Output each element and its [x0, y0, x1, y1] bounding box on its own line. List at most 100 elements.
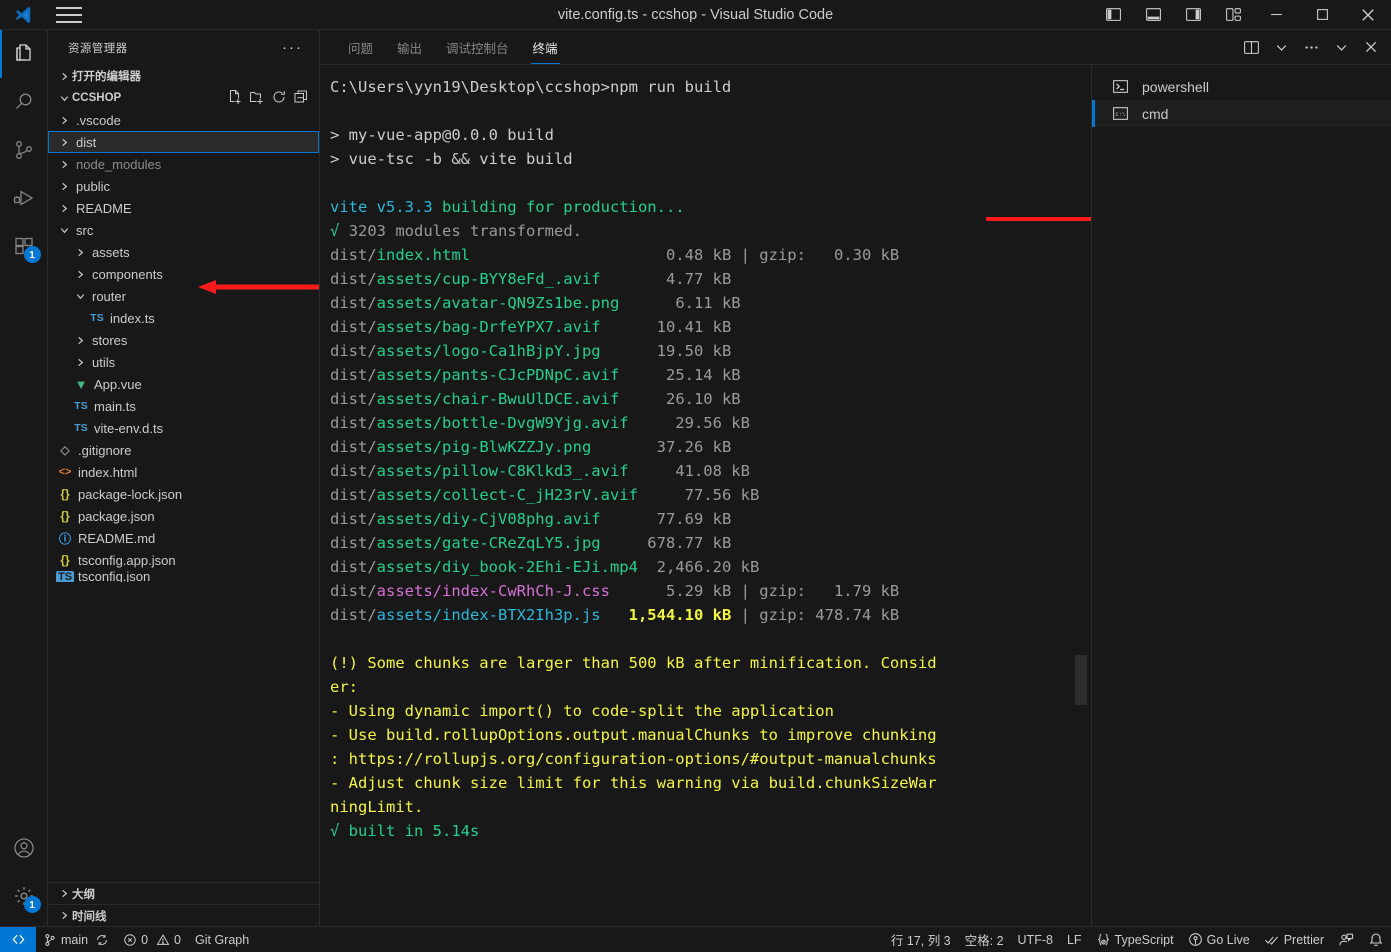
tab-output[interactable]: 输出: [385, 30, 434, 64]
tree-item-assets[interactable]: assets: [48, 241, 319, 263]
toggle-panel-icon[interactable]: [1133, 0, 1173, 30]
activity-item-account[interactable]: [0, 824, 48, 872]
tab-terminal[interactable]: 终端: [521, 30, 570, 64]
tree-item-dist[interactable]: dist: [48, 131, 319, 153]
status-cursor-position[interactable]: 行 17, 列 3: [884, 927, 958, 952]
new-file-icon[interactable]: [227, 89, 243, 108]
terminal-tab-cmd[interactable]: C:\ cmd: [1092, 100, 1391, 127]
tree-item-index-ts[interactable]: TS index.ts: [48, 307, 319, 329]
activity-bar: 1 1: [0, 30, 48, 926]
tree-item-label: .gitignore: [78, 442, 132, 458]
tree-item-label: dist: [76, 134, 97, 150]
remote-window-icon[interactable]: [0, 926, 36, 952]
status-prettier[interactable]: Prettier: [1257, 927, 1331, 952]
chevron-down-icon: [56, 225, 72, 236]
svg-text:C:\: C:\: [1115, 111, 1125, 118]
toggle-primary-sidebar-icon[interactable]: [1093, 0, 1133, 30]
status-branch[interactable]: main: [36, 927, 116, 952]
sidebar-more-actions-icon[interactable]: ···: [282, 39, 311, 56]
customize-layout-icon[interactable]: [1213, 0, 1253, 30]
collapse-all-icon[interactable]: [293, 89, 309, 108]
terminal-scrollbar-thumb[interactable]: [1075, 655, 1087, 705]
minimize-icon[interactable]: [1253, 0, 1299, 30]
tree-item-vite-env-d-ts[interactable]: TS vite-env.d.ts: [48, 417, 319, 439]
chevron-right-icon: [56, 115, 72, 126]
status-branch-label: main: [61, 932, 89, 947]
terminal-output[interactable]: C:\Users\yyn19\Desktop\ccshop>npm run bu…: [320, 65, 1091, 926]
tree-root-ccshop[interactable]: CCSHOP: [48, 87, 319, 109]
status-feedback[interactable]: [1331, 927, 1361, 952]
tree-item-node-modules[interactable]: node_modules: [48, 153, 319, 175]
more-actions-icon[interactable]: [1297, 32, 1325, 62]
tree-item-label: stores: [92, 332, 128, 348]
status-notifications[interactable]: [1361, 927, 1391, 952]
status-git-graph[interactable]: Git Graph: [188, 927, 256, 952]
chevron-right-icon: [72, 269, 88, 280]
section-timeline[interactable]: 时间线: [48, 904, 319, 926]
new-folder-icon[interactable]: [249, 89, 265, 108]
tree-item-public[interactable]: public: [48, 175, 319, 197]
tree-item-tsconfig-json[interactable]: TS tsconfig.json: [48, 571, 319, 582]
tree-item-label: .vscode: [76, 112, 121, 128]
tree-item-utils[interactable]: utils: [48, 351, 319, 373]
tree-item--gitignore[interactable]: ◇ .gitignore: [48, 439, 319, 461]
close-icon[interactable]: [1345, 0, 1391, 30]
status-eol[interactable]: LF: [1060, 927, 1089, 952]
activity-item-search[interactable]: [0, 78, 48, 126]
markdown-icon: ⓘ: [58, 531, 71, 546]
title-bar: vite.config.ts - ccshop - Visual Studio …: [0, 0, 1391, 30]
activity-item-source-control[interactable]: [0, 126, 48, 174]
status-go-live[interactable]: Go Live: [1181, 927, 1257, 952]
refresh-icon[interactable]: [271, 89, 287, 108]
chevron-right-icon: [56, 888, 72, 899]
section-open-editors[interactable]: 打开的编辑器: [48, 65, 319, 87]
terminal-scrollbar[interactable]: [1075, 65, 1089, 926]
tsconfig-icon: TS: [55, 571, 75, 582]
typescript-icon: TS: [74, 422, 88, 434]
split-terminal-icon[interactable]: [1237, 32, 1265, 62]
status-language-mode[interactable]: TypeScript: [1089, 927, 1181, 952]
status-encoding[interactable]: UTF-8: [1011, 927, 1060, 952]
section-outline[interactable]: 大纲: [48, 882, 319, 904]
status-indentation[interactable]: 空格: 2: [958, 927, 1011, 952]
panel-body: C:\Users\yyn19\Desktop\ccshop>npm run bu…: [320, 65, 1391, 926]
tree-item-label: utils: [92, 354, 116, 370]
chevron-right-icon: [72, 335, 88, 346]
feedback-icon: [1338, 932, 1354, 948]
activity-item-extensions[interactable]: 1: [0, 222, 48, 270]
tree-item-src[interactable]: src: [48, 219, 319, 241]
sync-icon[interactable]: [95, 933, 109, 947]
chevron-down-icon[interactable]: [1267, 32, 1295, 62]
vue-icon: ▼: [74, 376, 88, 392]
hide-panel-icon[interactable]: [1327, 32, 1355, 62]
hamburger-menu-icon[interactable]: [46, 0, 92, 30]
typescript-status-icon: [1096, 932, 1111, 947]
tree-item-package-lock-json[interactable]: {} package-lock.json: [48, 483, 319, 505]
tree-item-package-json[interactable]: {} package.json: [48, 505, 319, 527]
tree-item-readme-md[interactable]: ⓘ README.md: [48, 527, 319, 549]
tree-item-router[interactable]: router: [48, 285, 319, 307]
close-panel-icon[interactable]: [1357, 32, 1385, 62]
tree-item-index-html[interactable]: <> index.html: [48, 461, 319, 483]
activity-item-run-debug[interactable]: [0, 174, 48, 222]
tree-item-components[interactable]: components: [48, 263, 319, 285]
chevron-right-icon: [56, 910, 72, 921]
tab-problems[interactable]: 问题: [336, 30, 385, 64]
tree-item-app-vue[interactable]: ▼ App.vue: [48, 373, 319, 395]
activity-item-settings[interactable]: 1: [0, 872, 48, 920]
tree-item--vscode[interactable]: .vscode: [48, 109, 319, 131]
chevron-right-icon: [56, 203, 72, 214]
terminal-tab-powershell[interactable]: powershell: [1092, 73, 1391, 100]
tree-item-stores[interactable]: stores: [48, 329, 319, 351]
activity-item-explorer[interactable]: [0, 30, 48, 78]
tree-item-label: components: [92, 266, 163, 282]
json-icon: {}: [60, 487, 70, 501]
tree-item-tsconfig-app-json[interactable]: {} tsconfig.app.json: [48, 549, 319, 571]
maximize-icon[interactable]: [1299, 0, 1345, 30]
status-problems[interactable]: 0 0: [116, 927, 188, 952]
toggle-secondary-sidebar-icon[interactable]: [1173, 0, 1213, 30]
tab-debug-console[interactable]: 调试控制台: [434, 30, 521, 64]
tree-item-main-ts[interactable]: TS main.ts: [48, 395, 319, 417]
status-prettier-label: Prettier: [1283, 932, 1324, 947]
tree-item-readme[interactable]: README: [48, 197, 319, 219]
